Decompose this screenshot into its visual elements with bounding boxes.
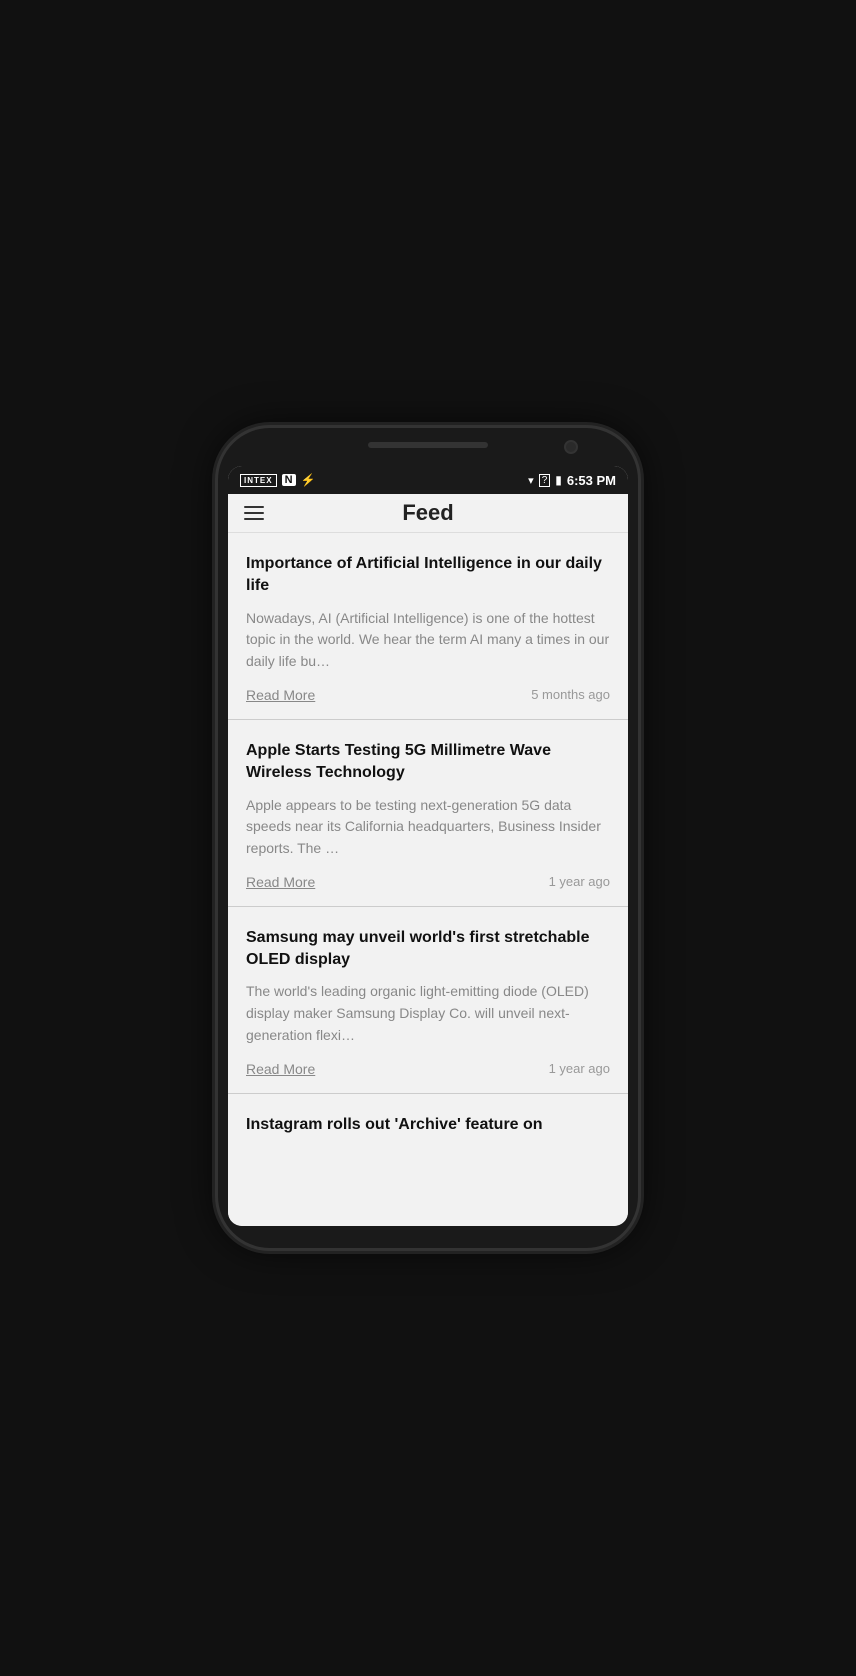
feed-item-time-3: 1 year ago <box>549 1061 610 1076</box>
app-content: Feed Importance of Artificial Intelligen… <box>228 494 628 1226</box>
feed-item-excerpt-1: Nowadays, AI (Artificial Intelligence) i… <box>246 608 610 673</box>
top-nav: Feed <box>228 494 628 533</box>
feed-item-title-3: Samsung may unveil world's first stretch… <box>246 927 610 972</box>
feed-item-excerpt-2: Apple appears to be testing next-generat… <box>246 795 610 860</box>
read-more-button-2[interactable]: Read More <box>246 874 315 890</box>
feed-item-footer-2: Read More 1 year ago <box>246 874 610 890</box>
feed-item-4: Instagram rolls out 'Archive' feature on <box>228 1094 628 1162</box>
usb-icon: ⚡ <box>301 473 316 487</box>
sim-icon: ? <box>539 474 551 487</box>
front-camera <box>564 440 578 454</box>
hamburger-line-1 <box>244 506 264 508</box>
status-bar: INTEX N ⚡ ▾ ? ▮ 6:53 PM <box>228 466 628 494</box>
battery-icon: ▮ <box>555 473 562 487</box>
menu-button[interactable] <box>244 506 264 520</box>
wifi-icon: ▾ <box>528 474 534 487</box>
status-right: ▾ ? ▮ 6:53 PM <box>528 473 616 488</box>
feed-item-footer-3: Read More 1 year ago <box>246 1061 610 1077</box>
hamburger-line-3 <box>244 518 264 520</box>
feed-item-footer-1: Read More 5 months ago <box>246 687 610 703</box>
feed-item-title-2: Apple Starts Testing 5G Millimetre Wave … <box>246 740 610 785</box>
feed-item-excerpt-3: The world's leading organic light-emitti… <box>246 981 610 1046</box>
page-title: Feed <box>402 500 453 526</box>
n-icon: N <box>282 474 296 486</box>
carrier-brand: INTEX <box>240 474 277 487</box>
feed-item-time-1: 5 months ago <box>531 687 610 702</box>
hamburger-line-2 <box>244 512 264 514</box>
feed-item-title-1: Importance of Artificial Intelligence in… <box>246 553 610 598</box>
phone-frame: INTEX N ⚡ ▾ ? ▮ 6:53 PM Feed <box>218 428 638 1248</box>
feed-item-time-2: 1 year ago <box>549 874 610 889</box>
feed-item-2: Apple Starts Testing 5G Millimetre Wave … <box>228 720 628 907</box>
read-more-button-3[interactable]: Read More <box>246 1061 315 1077</box>
time-display: 6:53 PM <box>567 473 616 488</box>
feed-list[interactable]: Importance of Artificial Intelligence in… <box>228 533 628 1226</box>
feed-item-1: Importance of Artificial Intelligence in… <box>228 533 628 720</box>
screen: INTEX N ⚡ ▾ ? ▮ 6:53 PM Feed <box>228 466 628 1226</box>
feed-item-3: Samsung may unveil world's first stretch… <box>228 907 628 1094</box>
read-more-button-1[interactable]: Read More <box>246 687 315 703</box>
status-left: INTEX N ⚡ <box>240 473 315 487</box>
feed-item-title-4: Instagram rolls out 'Archive' feature on <box>246 1114 610 1136</box>
